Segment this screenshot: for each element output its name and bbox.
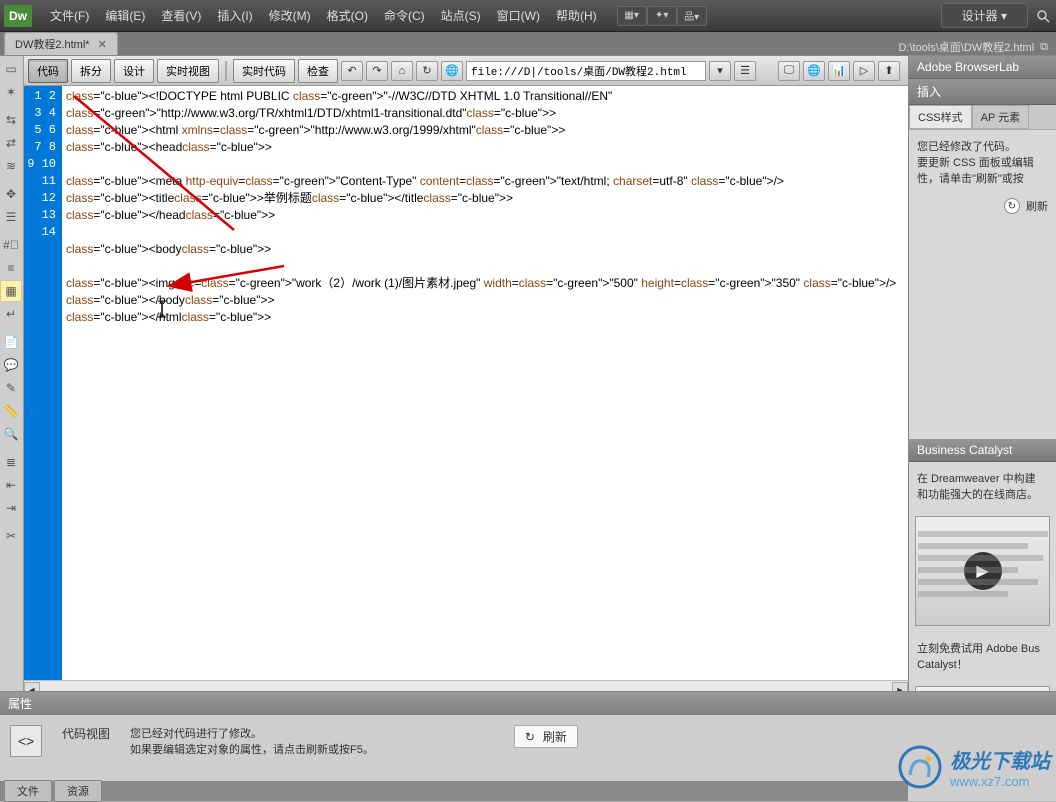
search-icon[interactable] bbox=[1034, 7, 1052, 25]
tab-files[interactable]: 文件 bbox=[4, 780, 52, 802]
code-area[interactable]: 1 2 3 4 5 6 7 8 9 10 11 12 13 14 class="… bbox=[24, 86, 908, 680]
upload-icon[interactable]: ⬆ bbox=[878, 61, 900, 81]
globe-icon[interactable]: 🌐 bbox=[803, 61, 825, 81]
file-tabbar: DW教程2.html* ✕ D:\tools\桌面\DW教程2.html ⧉ bbox=[0, 32, 1056, 56]
menu-modify[interactable]: 修改(M) bbox=[261, 3, 319, 28]
rail-balance-icon[interactable]: ≋ bbox=[0, 155, 22, 177]
watermark-url: www.xz7.com bbox=[950, 774, 1050, 789]
file-path: D:\tools\桌面\DW教程2.html ⧉ bbox=[898, 39, 1056, 55]
right-panels: Adobe BrowserLab 插入 CSS样式 AP 元素 您已经修改了代码… bbox=[908, 56, 1056, 716]
panel-browserlab[interactable]: Adobe BrowserLab bbox=[909, 56, 1056, 79]
refresh-label[interactable]: 刷新 bbox=[1026, 198, 1048, 214]
address-input[interactable] bbox=[466, 61, 706, 81]
rail-ruler-icon[interactable]: 📏 bbox=[0, 400, 22, 422]
bottom-panel-tabs: 文件 资源 bbox=[0, 781, 908, 801]
file-tab[interactable]: DW教程2.html* ✕ bbox=[4, 32, 118, 55]
tab-ap-elements[interactable]: AP 元素 bbox=[972, 105, 1030, 129]
view-split-button[interactable]: 拆分 bbox=[71, 59, 111, 83]
codeview-label: 代码视图 bbox=[62, 725, 110, 742]
preview-icon[interactable]: 🖵 bbox=[778, 61, 800, 81]
tab-assets[interactable]: 资源 bbox=[54, 780, 102, 802]
bc-trial-text: 立刻免费试用 Adobe Bus Catalyst！ bbox=[909, 632, 1056, 680]
extension-icon[interactable]: ✦▾ bbox=[647, 6, 677, 26]
rail-highlight-icon[interactable]: #⃣ bbox=[0, 234, 22, 256]
menu-window[interactable]: 窗口(W) bbox=[489, 3, 548, 28]
editor: 代码 拆分 设计 实时视图 实时代码 检查 ↶ ↷ ⌂ ↻ 🌐 ▾ ☰ 🖵 🌐 … bbox=[24, 56, 908, 716]
bc-video-thumbnail[interactable]: ▶ bbox=[915, 516, 1050, 626]
panel-business-catalyst[interactable]: Business Catalyst bbox=[909, 439, 1056, 462]
panel-insert[interactable]: 插入 bbox=[909, 79, 1056, 105]
rail-indent2-icon[interactable]: ⇥ bbox=[0, 497, 22, 519]
rail-snippet-icon[interactable]: ✂ bbox=[0, 525, 22, 547]
menu-format[interactable]: 格式(O) bbox=[319, 3, 376, 28]
workspace-switcher[interactable]: 设计器 ▾ bbox=[941, 3, 1028, 28]
codeview-icon: <> bbox=[10, 725, 42, 757]
options-icon[interactable]: ☰ bbox=[734, 61, 756, 81]
app-logo: Dw bbox=[4, 5, 32, 27]
bc-panel-body: 在 Dreamweaver 中构建 和功能强大的在线商店。 bbox=[909, 462, 1056, 510]
addr-dropdown-icon[interactable]: ▾ bbox=[709, 61, 731, 81]
rail-doc-icon[interactable]: 📄 bbox=[0, 331, 22, 353]
addr-icon[interactable]: 🌐 bbox=[441, 61, 463, 81]
rail-indent-icon[interactable]: ≡ bbox=[0, 257, 22, 279]
rail-expand-icon[interactable]: ⇆ bbox=[0, 109, 22, 131]
tab-css-styles[interactable]: CSS样式 bbox=[909, 105, 972, 129]
view-toolbar: 代码 拆分 设计 实时视图 实时代码 检查 ↶ ↷ ⌂ ↻ 🌐 ▾ ☰ 🖵 🌐 … bbox=[24, 56, 908, 86]
rail-fix-icon[interactable]: ✎ bbox=[0, 377, 22, 399]
close-icon[interactable]: ✕ bbox=[98, 38, 107, 51]
menu-file[interactable]: 文件(F) bbox=[42, 3, 97, 28]
menubar: Dw 文件(F) 编辑(E) 查看(V) 插入(I) 修改(M) 格式(O) 命… bbox=[0, 0, 1056, 32]
prop-msg2: 如果要编辑选定对象的属性，请点击刷新或按F5。 bbox=[130, 741, 374, 757]
main-area: ▭ ✶ ⇆ ⇄ ≋ ✥ ☰ #⃣ ≡ ▦ ↵ 📄 💬 ✎ 📏 🔍 ≣ ⇤ ⇥ ✂… bbox=[0, 56, 1056, 716]
line-gutter: 1 2 3 4 5 6 7 8 9 10 11 12 13 14 bbox=[24, 86, 62, 680]
menu-view[interactable]: 查看(V) bbox=[153, 3, 209, 28]
rail-outdent-icon[interactable]: ⇤ bbox=[0, 474, 22, 496]
menu-insert[interactable]: 插入(I) bbox=[209, 3, 260, 28]
watermark-name: 极光下载站 bbox=[950, 745, 1050, 774]
rail-format-icon[interactable]: ≣ bbox=[0, 451, 22, 473]
rail-wrap-icon[interactable]: ↵ bbox=[0, 303, 22, 325]
rail-find-icon[interactable]: 🔍 bbox=[0, 423, 22, 445]
view-code-button[interactable]: 代码 bbox=[28, 59, 68, 83]
menu-help[interactable]: 帮助(H) bbox=[548, 3, 605, 28]
rail-collapse-icon[interactable]: ⇄ bbox=[0, 132, 22, 154]
css-panel-body: 您已经修改了代码。 要更新 CSS 面板或编辑 性，请单击"刷新"或按 bbox=[909, 130, 1056, 194]
view-live-button[interactable]: 实时视图 bbox=[157, 59, 219, 83]
rail-syntax-icon[interactable]: ▦ bbox=[0, 280, 22, 302]
rail-open-icon[interactable]: ▭ bbox=[0, 58, 22, 80]
prop-msg1: 您已经对代码进行了修改。 bbox=[130, 725, 374, 741]
rail-line-icon[interactable]: ☰ bbox=[0, 206, 22, 228]
nav-refresh-icon[interactable]: ↻ bbox=[416, 61, 438, 81]
css-panel-tabs: CSS样式 AP 元素 bbox=[909, 105, 1056, 130]
view-inspect-button[interactable]: 检查 bbox=[298, 59, 338, 83]
nav-back-icon[interactable]: ↶ bbox=[341, 61, 363, 81]
rail-comment-icon[interactable]: 💬 bbox=[0, 354, 22, 376]
view-livecode-button[interactable]: 实时代码 bbox=[233, 59, 295, 83]
layout-icon[interactable]: ▦▾ bbox=[617, 6, 647, 26]
nav-fwd-icon[interactable]: ↷ bbox=[366, 61, 388, 81]
menu-site[interactable]: 站点(S) bbox=[433, 3, 489, 28]
menu-command[interactable]: 命令(C) bbox=[376, 3, 433, 28]
menu-edit[interactable]: 编辑(E) bbox=[97, 3, 153, 28]
refresh-icon: ↻ bbox=[525, 730, 535, 744]
watermark: 极光下载站 www.xz7.com bbox=[898, 745, 1050, 789]
validate-icon[interactable]: 📊 bbox=[828, 61, 850, 81]
check-icon[interactable]: ▷ bbox=[853, 61, 875, 81]
properties-title[interactable]: 属性 bbox=[0, 692, 1056, 715]
watermark-logo-icon bbox=[898, 745, 942, 789]
left-rail: ▭ ✶ ⇆ ⇄ ≋ ✥ ☰ #⃣ ≡ ▦ ↵ 📄 💬 ✎ 📏 🔍 ≣ ⇤ ⇥ ✂ bbox=[0, 56, 24, 716]
restore-icon[interactable]: ⧉ bbox=[1040, 41, 1048, 54]
code-content[interactable]: class="c-blue"><!DOCTYPE html PUBLIC cla… bbox=[62, 86, 908, 680]
refresh-icon[interactable]: ↻ bbox=[1004, 198, 1020, 214]
text-cursor-icon bbox=[154, 299, 172, 319]
rail-select-icon[interactable]: ✥ bbox=[0, 183, 22, 205]
nav-home-icon[interactable]: ⌂ bbox=[391, 61, 413, 81]
sync-icon[interactable]: 品▾ bbox=[677, 6, 707, 26]
file-tab-name: DW教程2.html* bbox=[15, 36, 90, 52]
rail-wand-icon[interactable]: ✶ bbox=[0, 81, 22, 103]
prop-refresh-button[interactable]: ↻ 刷新 bbox=[514, 725, 578, 748]
view-design-button[interactable]: 设计 bbox=[114, 59, 154, 83]
